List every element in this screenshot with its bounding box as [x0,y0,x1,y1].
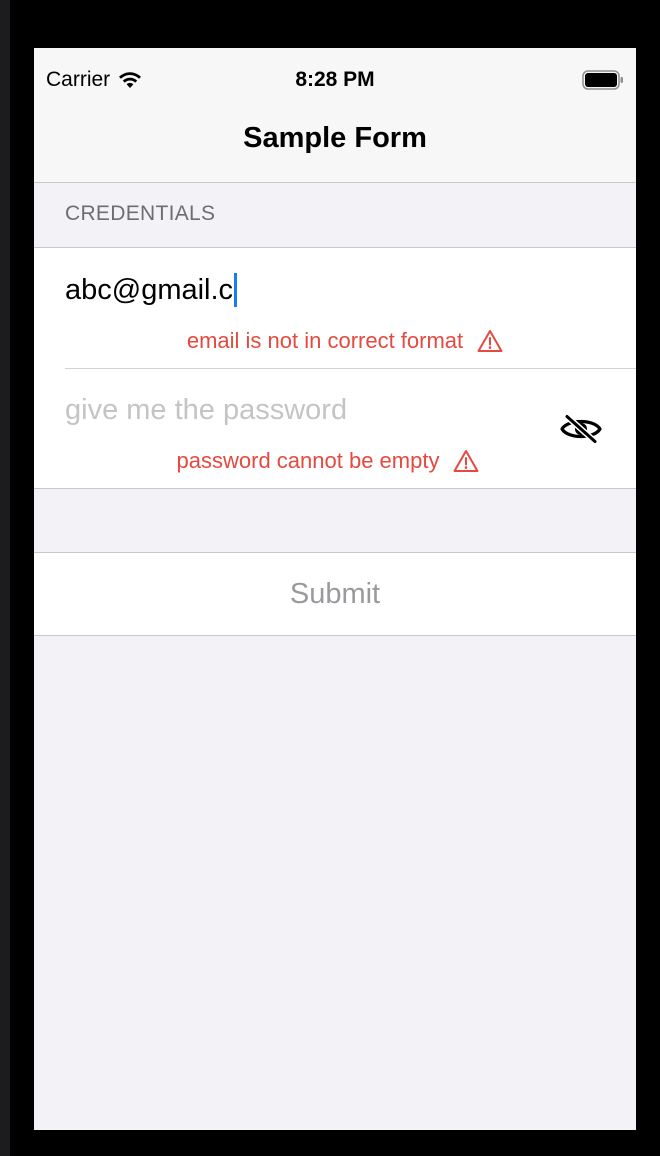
email-error-text: email is not in correct format [186,328,464,353]
eye-slash-icon [560,414,602,444]
section-header-credentials: CREDENTIALS [65,202,216,225]
warning-icon [453,450,479,472]
submit-cell: Submit [34,552,636,636]
navigation-header: Carrier 8:28 PM Sample Form [34,48,636,183]
password-cell[interactable]: password cannot be empty [34,368,636,488]
warning-icon [477,330,503,352]
email-field[interactable]: abc@gmail.c [65,272,238,308]
page-title: Sample Form [243,122,427,154]
password-error-message: password cannot be empty [34,448,636,474]
status-bar: Carrier 8:28 PM [34,66,636,96]
text-caret [234,273,238,307]
password-field[interactable] [65,392,525,428]
window-edge [0,0,10,1156]
email-error-message: email is not in correct format [34,328,636,354]
credentials-form-group: abc@gmail.c email is not in correct form… [34,247,636,489]
phone-screen: Carrier 8:28 PM Sample Form CREDENTIALS … [34,48,636,1130]
email-value: abc@gmail.c [65,274,234,306]
submit-button[interactable]: Submit [34,553,636,635]
password-visibility-toggle[interactable] [558,412,604,446]
battery-icon [582,70,623,90]
password-error-text: password cannot be empty [176,448,440,473]
status-time: 8:28 PM [295,68,375,91]
email-cell[interactable]: abc@gmail.c email is not in correct form… [34,248,636,369]
